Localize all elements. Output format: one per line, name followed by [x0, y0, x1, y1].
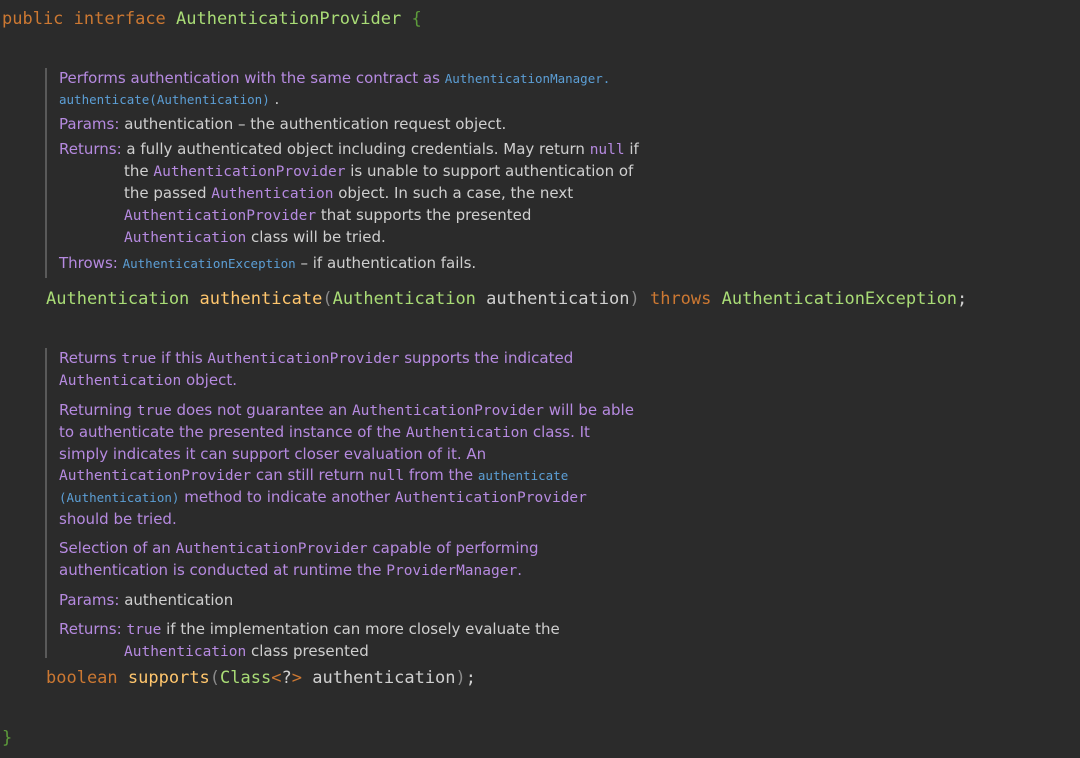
code-ref: Authentication	[124, 644, 247, 660]
code-null: null	[589, 142, 625, 158]
doc-text: .	[517, 561, 522, 579]
throws-label: Throws:	[59, 254, 118, 272]
open-brace: {	[411, 9, 422, 29]
doc-text: .	[269, 90, 280, 108]
throws-desc: – if authentication fails.	[295, 254, 477, 272]
returns-text: class presented	[246, 642, 369, 660]
code-ref: AuthenticationProvider	[153, 164, 346, 180]
method-supports: boolean supports(Class<?> authentication…	[46, 668, 476, 688]
doc-link-authenticate-params[interactable]: (Authentication)	[59, 490, 179, 505]
doc-summary: Returns true if this AuthenticationProvi…	[59, 348, 639, 392]
doc-text: does not guarantee an	[171, 401, 352, 419]
returns-label: Returns:	[59, 620, 122, 638]
code-true: true	[121, 351, 157, 367]
code-ref: Authentication	[405, 425, 529, 441]
doc-summary: Performs authentication with the same co…	[59, 68, 639, 110]
close-brace-char: }	[2, 728, 13, 748]
doc-text: supports the indicated	[399, 349, 574, 367]
code-ref: Authentication	[124, 230, 247, 246]
param-type[interactable]: Class	[220, 668, 271, 688]
doc-text: can still return	[251, 466, 370, 484]
code-ref: AuthenticationProvider	[394, 490, 587, 506]
code-ref: AuthenticationProvider	[351, 403, 545, 419]
doc-text: Returns	[59, 349, 122, 367]
paren: )	[629, 289, 640, 309]
doc-params: Params: authentication	[59, 590, 639, 611]
paren: (	[209, 668, 221, 688]
exception-type[interactable]: AuthenticationException	[722, 289, 957, 309]
javadoc-supports: Returns true if this AuthenticationProvi…	[45, 348, 639, 660]
param-name: authentication	[486, 289, 630, 309]
wildcard: ?	[281, 668, 292, 688]
doc-link-authentication-manager[interactable]: AuthenticationManager.	[445, 71, 611, 86]
doc-text: if this	[156, 349, 208, 367]
interface-name[interactable]: AuthenticationProvider	[176, 9, 401, 29]
code-true: true	[126, 622, 162, 638]
returns-text: if the implementation can more closely e…	[161, 620, 560, 638]
interface-keyword: interface	[73, 9, 166, 29]
params-label: Params:	[59, 115, 120, 133]
code-ref: AuthenticationProvider	[207, 351, 400, 367]
returns-text: that supports the presented	[316, 206, 532, 224]
doc-link-authenticate[interactable]: authenticate	[478, 468, 568, 483]
returns-text: a fully authenticated object including c…	[121, 140, 590, 158]
doc-link-authentication-exception[interactable]: AuthenticationException	[123, 256, 296, 271]
semicolon: ;	[957, 289, 968, 309]
doc-text: from the	[404, 466, 478, 484]
method-name[interactable]: supports	[128, 668, 210, 688]
close-brace: }	[2, 728, 12, 748]
doc-throws: Throws: AuthenticationException – if aut…	[59, 253, 639, 274]
javadoc-authenticate: Performs authentication with the same co…	[45, 68, 639, 278]
param-type[interactable]: Authentication	[333, 289, 476, 309]
code-null: null	[369, 468, 405, 484]
code-ref: AuthenticationProvider	[175, 541, 368, 557]
semicolon: ;	[465, 668, 477, 688]
code-ref: AuthenticationProvider	[59, 468, 252, 484]
method-name[interactable]: authenticate	[200, 289, 323, 309]
paren: )	[455, 668, 466, 688]
code-ref: AuthenticationProvider	[124, 208, 317, 224]
doc-text: Selection of an	[59, 539, 176, 557]
param-desc: – the authentication request object.	[233, 115, 507, 133]
return-type: boolean	[46, 668, 118, 688]
doc-link-authenticate[interactable]: authenticate(Authentication)	[59, 92, 270, 107]
doc-params: Params: authentication – the authenticat…	[59, 114, 639, 135]
throws-keyword: throws	[649, 289, 712, 309]
interface-declaration: public interface AuthenticationProvider …	[2, 9, 422, 29]
param-name: authentication	[124, 591, 234, 609]
doc-text: object.	[181, 371, 237, 389]
returns-text: object. In such a case, the next	[333, 184, 574, 202]
returns-text: class will be tried.	[246, 228, 386, 246]
code-ref: Authentication	[59, 373, 182, 389]
doc-paragraph: Selection of an AuthenticationProvider c…	[59, 538, 639, 582]
doc-text: method to indicate another	[179, 488, 395, 506]
paren: (	[322, 289, 333, 309]
generic-bracket: <	[271, 668, 282, 688]
return-type[interactable]: Authentication	[46, 289, 189, 309]
code-ref: Authentication	[211, 186, 334, 202]
params-label: Params:	[59, 591, 120, 609]
doc-paragraph: Returning true does not guarantee an Aut…	[59, 400, 639, 530]
doc-text: Returning	[59, 401, 137, 419]
generic-bracket: >	[291, 668, 302, 688]
doc-returns: Returns: true if the implementation can …	[59, 619, 639, 663]
doc-text: Performs authentication with the same co…	[59, 69, 445, 87]
code-true: true	[136, 403, 172, 419]
doc-text: should be tried.	[59, 510, 177, 528]
param-name: authentication	[124, 115, 234, 133]
code-ref: ProviderManager	[386, 563, 518, 579]
method-authenticate: Authentication authenticate(Authenticati…	[46, 289, 967, 309]
doc-returns: Returns: a fully authenticated object in…	[59, 139, 639, 249]
param-name: authentication	[312, 668, 456, 688]
returns-label: Returns:	[59, 140, 122, 158]
public-keyword: public	[2, 9, 64, 29]
